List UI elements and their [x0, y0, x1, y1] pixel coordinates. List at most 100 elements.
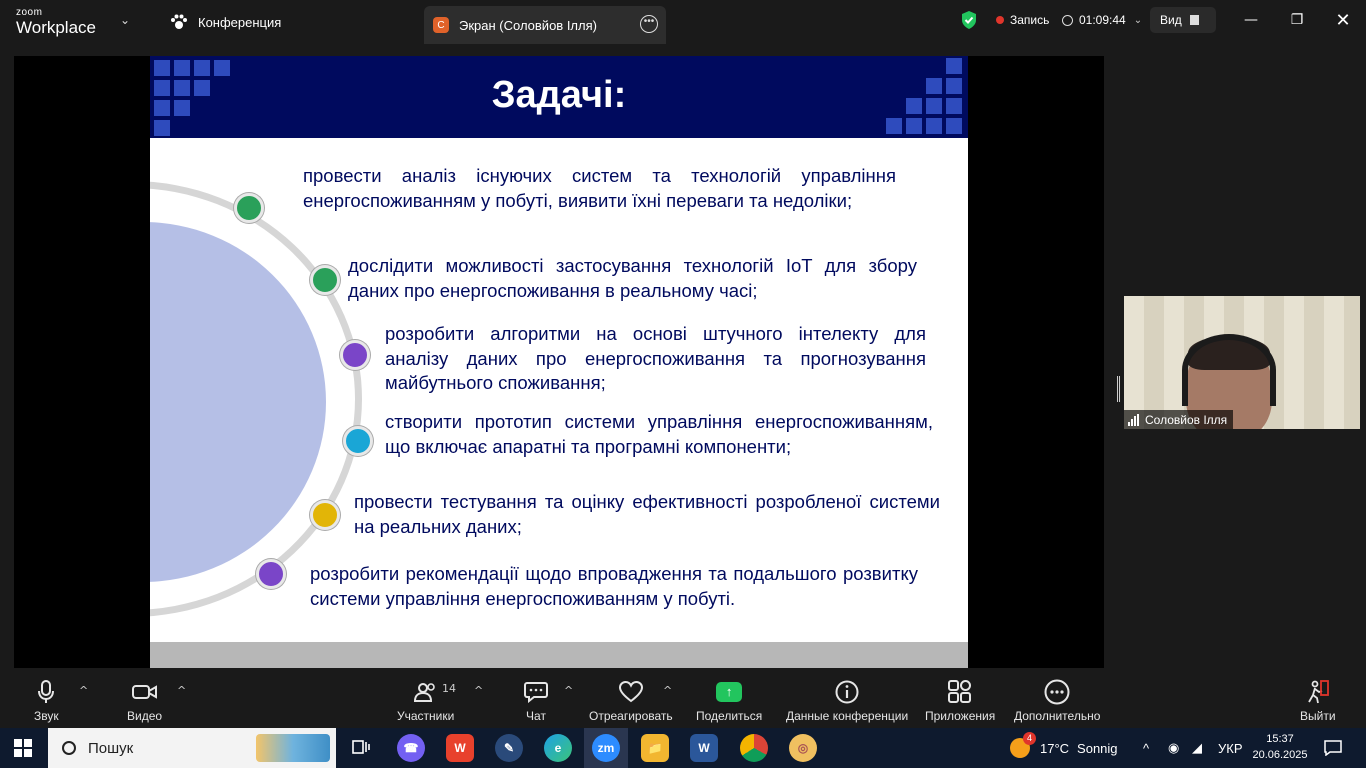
- heart-icon: [618, 681, 643, 703]
- leave-label: Выйти: [1300, 709, 1336, 723]
- share-button[interactable]: ↑ Поделиться: [696, 678, 762, 723]
- zoom-app-icon[interactable]: zm: [592, 734, 620, 762]
- participants-options-chevron-icon[interactable]: ^: [474, 684, 483, 697]
- participants-icon: [413, 683, 435, 702]
- tab-conference-label: Конференция: [198, 14, 282, 30]
- search-highlight-image: [256, 734, 330, 762]
- restore-button[interactable]: ❐: [1274, 0, 1320, 40]
- react-button[interactable]: Отреагировать: [589, 678, 673, 723]
- leave-walking-icon: [1307, 680, 1329, 704]
- chrome-browser-icon[interactable]: [740, 734, 768, 762]
- more-options-icon[interactable]: •••: [640, 15, 658, 33]
- file-explorer-icon[interactable]: 📁: [641, 734, 669, 762]
- search-icon: [62, 741, 76, 755]
- wps-office-icon[interactable]: W: [446, 734, 474, 762]
- task-item-1: провести аналіз існуючих систем та техно…: [303, 165, 896, 211]
- minimize-button[interactable]: —: [1228, 0, 1274, 40]
- view-layout-icon: [1189, 15, 1199, 25]
- decor-square: [906, 118, 922, 134]
- audio-options-chevron-icon[interactable]: ^: [79, 684, 88, 697]
- participants-paw-icon: [171, 14, 187, 29]
- notifications-icon[interactable]: [1324, 728, 1342, 768]
- clock-date: 20.06.2025: [1252, 749, 1308, 761]
- meeting-timer[interactable]: 01:09:44 ⌄: [1062, 0, 1142, 40]
- windows-start-icon[interactable]: [14, 739, 32, 757]
- windows-taskbar: Пошук ☎ W ✎ e zm 📁 W ◎ 4 17°C Sonnig ^ ◉…: [0, 728, 1366, 768]
- weather-description: Sonnig: [1077, 740, 1118, 756]
- security-shield-icon[interactable]: [960, 0, 978, 40]
- decor-square: [926, 118, 942, 134]
- chevron-down-icon[interactable]: ⌄: [120, 13, 130, 27]
- recording-indicator[interactable]: Запись: [996, 0, 1049, 40]
- tab-conference[interactable]: Конференция: [170, 0, 281, 44]
- bullet-dot-1: [234, 193, 264, 223]
- language-indicator[interactable]: УКР: [1218, 728, 1243, 768]
- bullet-dot-5: [310, 500, 340, 530]
- video-options-chevron-icon[interactable]: ^: [177, 684, 186, 697]
- meeting-info-button[interactable]: Данные конференции: [786, 678, 908, 723]
- decor-square: [154, 120, 170, 136]
- participant-video-tile[interactable]: Соловйов Ілля: [1124, 296, 1360, 429]
- webcam-tray-icon[interactable]: ◉: [1168, 728, 1179, 768]
- system-clock[interactable]: 15:37 20.06.2025: [1248, 731, 1312, 763]
- bullet-dot-4: [343, 426, 373, 456]
- view-button[interactable]: Вид: [1150, 7, 1216, 33]
- show-hidden-icons-chevron-icon[interactable]: ^: [1143, 728, 1149, 768]
- task-item-6: розробити рекомендації щодо впровадження…: [310, 563, 918, 609]
- more-button[interactable]: Дополнительно: [1014, 678, 1100, 723]
- task-item-5: провести тестування та оцінку ефективнос…: [354, 491, 940, 537]
- meeting-info-label: Данные конференции: [786, 709, 909, 723]
- presentation-slide: Задачі: провести аналіз існуючих систем …: [150, 56, 968, 668]
- paint-app-icon[interactable]: ✎: [495, 734, 523, 762]
- react-options-chevron-icon[interactable]: ^: [663, 684, 672, 697]
- bullet-dot-6: [256, 559, 286, 589]
- apps-button[interactable]: Приложения: [925, 678, 995, 723]
- chat-options-chevron-icon[interactable]: ^: [564, 684, 573, 697]
- more-label: Дополнительно: [1014, 709, 1101, 723]
- recording-label: Запись: [1010, 13, 1050, 27]
- record-dot-icon: [996, 16, 1004, 24]
- weather-temperature: 17°C: [1040, 740, 1070, 756]
- camera-icon: [131, 685, 157, 699]
- decor-arc: [150, 181, 362, 617]
- chat-bubble-icon: [524, 682, 548, 703]
- more-dots-icon: [1044, 679, 1070, 705]
- network-icon[interactable]: ◢: [1192, 728, 1202, 768]
- microphone-icon: [38, 680, 55, 703]
- video-button[interactable]: Видео: [127, 678, 162, 723]
- word-icon[interactable]: W: [690, 734, 718, 762]
- share-screen-icon: ↑: [716, 682, 743, 702]
- chat-label: Чат: [526, 709, 546, 723]
- search-placeholder: Пошук: [88, 739, 134, 757]
- weather-widget[interactable]: 4 17°C Sonnig: [1010, 728, 1118, 768]
- zoom-app-label: zm: [597, 741, 615, 755]
- taskbar-search-box[interactable]: Пошук: [48, 728, 336, 768]
- paint-palette-icon[interactable]: ◎: [789, 734, 817, 762]
- sharer-avatar: С: [433, 17, 449, 33]
- participants-count: 14: [442, 682, 456, 695]
- task-item-2: дослідити можливості застосування технол…: [348, 255, 917, 301]
- decor-square: [886, 118, 902, 134]
- participants-label: Участники: [397, 709, 455, 723]
- participant-name-tag: Соловйов Ілля: [1124, 410, 1234, 429]
- slide-header: Задачі:: [150, 56, 968, 138]
- edge-browser-icon[interactable]: e: [544, 734, 572, 762]
- title-bar: zoom Workplace ⌄ Конференция С Экран (Со…: [0, 0, 1366, 44]
- video-label: Видео: [127, 709, 163, 723]
- audio-label: Звук: [34, 709, 59, 723]
- viber-icon[interactable]: ☎: [397, 734, 425, 762]
- tab-screen-share[interactable]: С Экран (Соловйов Ілля) •••: [424, 6, 666, 44]
- chat-button[interactable]: Чат: [524, 678, 548, 723]
- leave-button[interactable]: Выйти: [1300, 678, 1336, 723]
- weather-sun-icon: 4: [1010, 732, 1036, 758]
- panel-resize-handle[interactable]: [1117, 376, 1120, 402]
- apps-label: Приложения: [925, 709, 996, 723]
- weather-badge: 4: [1023, 732, 1036, 745]
- bullet-dot-3: [340, 340, 370, 370]
- audio-button[interactable]: Звук: [34, 678, 59, 723]
- close-button[interactable]: ✕: [1320, 0, 1366, 40]
- apps-icon: [948, 680, 972, 703]
- timer-value: 01:09:44: [1079, 13, 1126, 27]
- task-view-icon[interactable]: [347, 734, 375, 762]
- decor-square: [946, 118, 962, 134]
